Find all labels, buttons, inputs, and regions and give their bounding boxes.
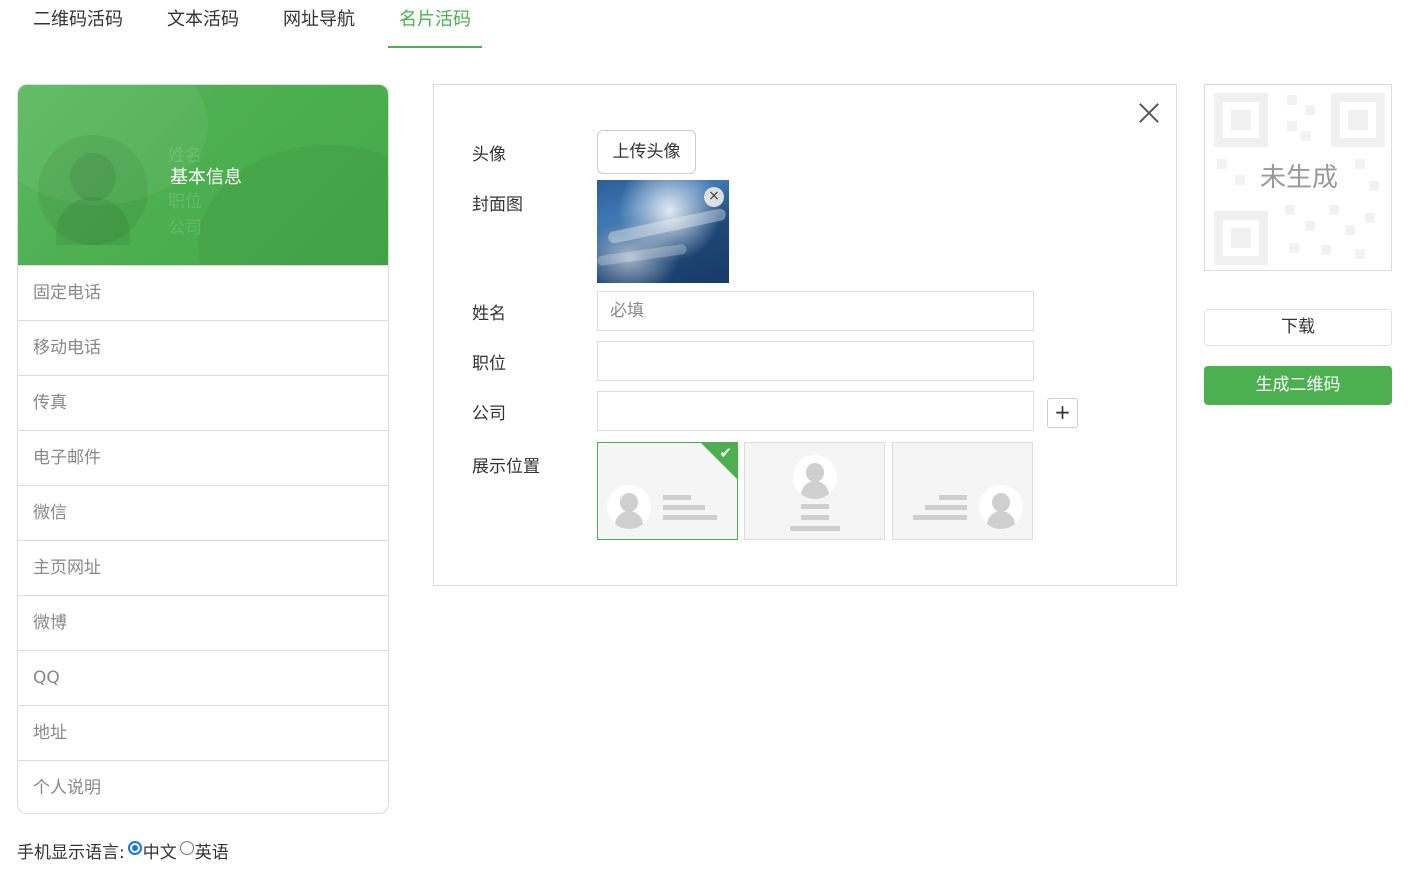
qr-status-text: 未生成 — [1259, 163, 1338, 193]
text-line — [925, 505, 967, 510]
tab-bar: 二维码活码 文本活码 网址导航 名片活码 — [22, 0, 504, 50]
tab-url-nav[interactable]: 网址导航 — [272, 0, 366, 48]
field-homepage[interactable]: 主页网址 — [18, 540, 388, 595]
upload-avatar-button[interactable]: 上传头像 — [597, 130, 696, 174]
field-fax[interactable]: 传真 — [18, 375, 388, 430]
tab-text-live[interactable]: 文本活码 — [156, 0, 250, 48]
text-line — [801, 515, 829, 520]
text-line — [663, 495, 691, 500]
avatar-thumb-icon — [793, 455, 837, 499]
avatar-label: 头像 — [472, 145, 506, 165]
text-line — [913, 515, 967, 520]
text-line — [939, 495, 967, 500]
qr-finder-icon — [1214, 211, 1268, 265]
language-label: 手机显示语言: — [17, 843, 125, 863]
layout-option-right[interactable] — [892, 442, 1033, 540]
field-address[interactable]: 地址 — [18, 705, 388, 760]
generate-qr-button[interactable]: 生成二维码 — [1204, 366, 1392, 405]
card-header[interactable]: 姓名 职位 公司 基本信息 — [18, 85, 388, 265]
text-line — [663, 505, 705, 510]
name-input[interactable] — [597, 291, 1034, 331]
layout-option-left[interactable]: ✔ — [597, 442, 738, 540]
avatar-body — [56, 197, 130, 245]
business-card-preview: 姓名 职位 公司 基本信息 固定电话 移动电话 传真 电子邮件 微信 主页网址 … — [17, 84, 389, 814]
avatar-thumb-icon — [607, 485, 651, 529]
name-label: 姓名 — [472, 304, 506, 324]
edit-panel: 头像 上传头像 封面图 × 姓名 职位 公司 + 展示位置 ✔ — [433, 84, 1177, 586]
avatar-placeholder-icon — [38, 135, 148, 245]
download-button[interactable]: 下载 — [1204, 309, 1392, 346]
field-qq[interactable]: QQ — [18, 650, 388, 705]
field-landline[interactable]: 固定电话 — [18, 265, 388, 320]
cover-cloud — [597, 243, 688, 267]
company-label: 公司 — [472, 404, 506, 424]
cover-image[interactable]: × — [597, 180, 729, 283]
qr-module — [1321, 245, 1331, 255]
field-weibo[interactable]: 微博 — [18, 595, 388, 650]
qr-finder-icon — [1331, 93, 1385, 147]
field-wechat[interactable]: 微信 — [18, 485, 388, 540]
cover-cloud — [607, 207, 727, 245]
remove-cover-icon[interactable]: × — [704, 187, 724, 207]
field-personal-note[interactable]: 个人说明 — [18, 760, 388, 813]
ghost-company-label: 公司 — [168, 218, 202, 238]
tab-business-card[interactable]: 名片活码 — [388, 0, 482, 48]
display-position-label: 展示位置 — [472, 457, 540, 477]
field-email[interactable]: 电子邮件 — [18, 430, 388, 485]
close-icon[interactable] — [1136, 100, 1162, 126]
text-line — [801, 504, 829, 509]
avatar-head — [70, 153, 116, 201]
qr-module — [1345, 225, 1355, 235]
position-input[interactable] — [597, 341, 1034, 381]
qr-module — [1365, 213, 1375, 223]
radio-chinese[interactable] — [127, 840, 142, 855]
position-label: 职位 — [472, 354, 506, 374]
qr-module — [1329, 205, 1339, 215]
text-line — [663, 515, 717, 520]
checkmark-icon: ✔ — [719, 444, 732, 462]
tab-qrcode-live[interactable]: 二维码活码 — [22, 0, 134, 48]
qr-module — [1289, 243, 1299, 253]
basic-info-title: 基本信息 — [170, 167, 242, 188]
text-line — [790, 526, 840, 531]
qr-module — [1287, 95, 1297, 105]
ghost-position-label: 职位 — [168, 192, 202, 212]
company-input[interactable] — [597, 391, 1034, 431]
layout-option-center[interactable] — [744, 442, 885, 540]
qr-module — [1305, 105, 1315, 115]
qr-module — [1301, 131, 1311, 141]
radio-chinese-label[interactable]: 中文 — [143, 838, 177, 863]
qr-module — [1305, 221, 1315, 231]
avatar-thumb-icon — [979, 485, 1023, 529]
qr-module — [1287, 121, 1297, 131]
qr-code-placeholder: 未生成 — [1204, 84, 1392, 271]
language-selector: 手机显示语言: 中文 英语 — [17, 838, 229, 863]
field-mobile[interactable]: 移动电话 — [18, 320, 388, 375]
qr-module — [1355, 249, 1365, 259]
radio-english-label[interactable]: 英语 — [195, 838, 229, 863]
qr-module — [1285, 205, 1295, 215]
add-company-button[interactable]: + — [1047, 398, 1078, 428]
cover-label: 封面图 — [472, 195, 523, 215]
qr-finder-icon — [1214, 93, 1268, 147]
radio-english[interactable] — [179, 840, 194, 855]
